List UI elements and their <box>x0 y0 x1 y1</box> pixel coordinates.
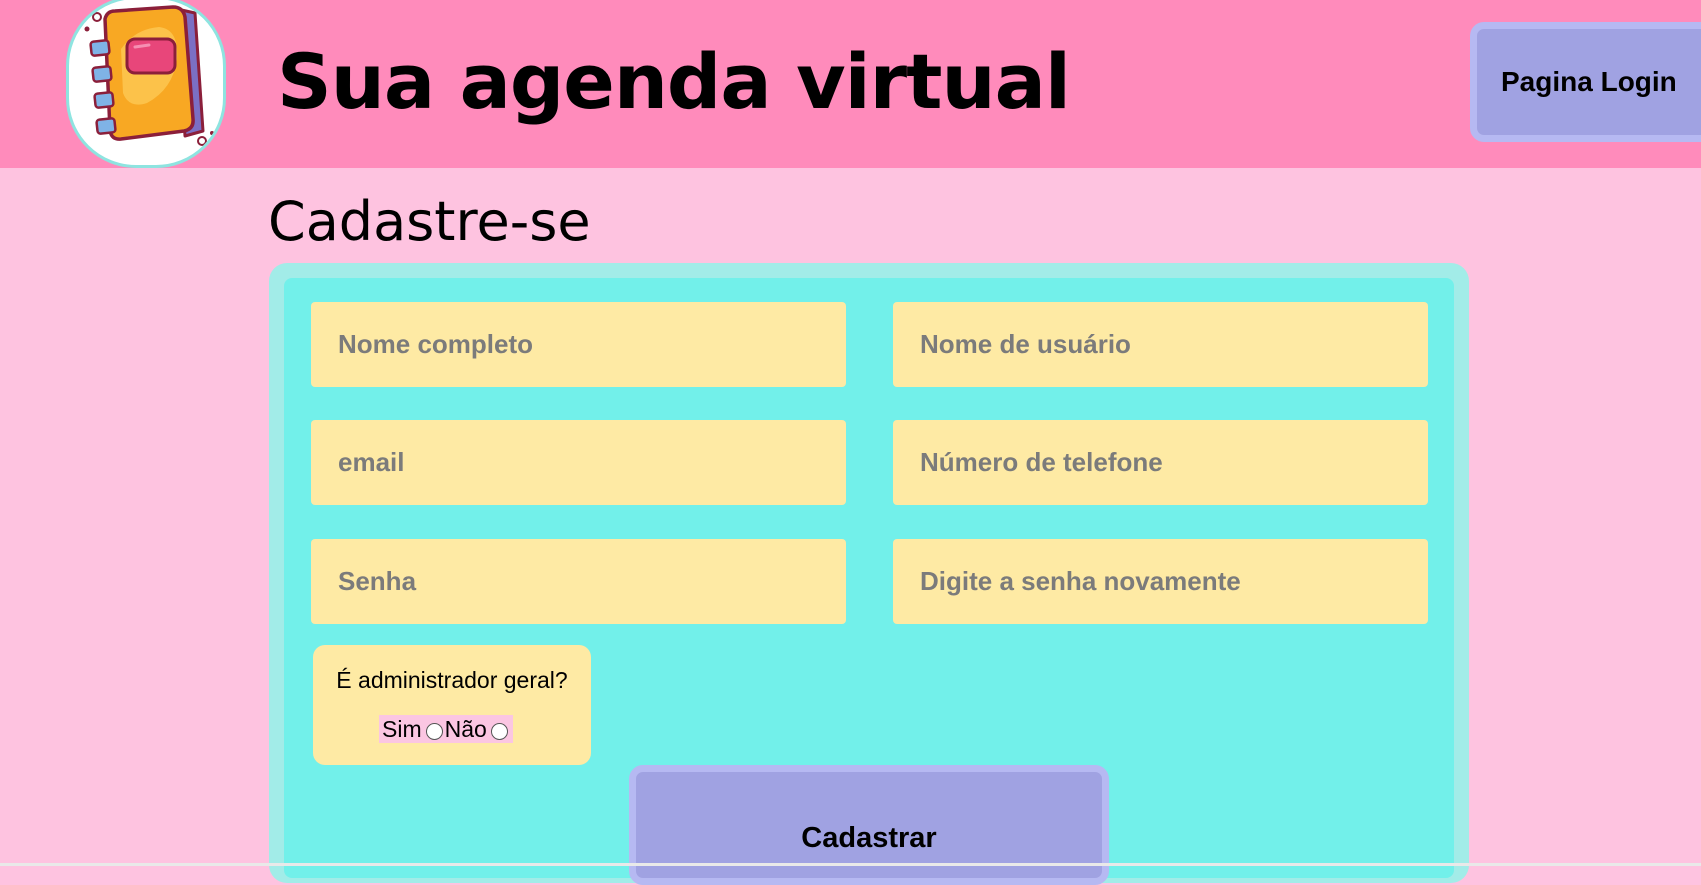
site-header: Sua agenda virtual Pagina Login <box>0 0 1701 168</box>
login-page-button[interactable]: Pagina Login <box>1470 22 1701 142</box>
username-field[interactable] <box>893 302 1428 387</box>
full-name-field[interactable] <box>311 302 846 387</box>
admin-question-label: É administrador geral? <box>336 667 568 693</box>
admin-yes-radio[interactable] <box>425 723 443 740</box>
notebook-icon <box>66 0 226 168</box>
register-button[interactable]: Cadastrar <box>629 765 1109 885</box>
site-title: Sua agenda virtual <box>277 37 1071 126</box>
password-field[interactable] <box>311 539 846 624</box>
admin-no-label: Não <box>444 716 487 742</box>
email-field[interactable] <box>311 420 846 505</box>
phone-field[interactable] <box>893 420 1428 505</box>
admin-no-radio[interactable] <box>490 723 508 740</box>
admin-yes-label: Sim <box>382 716 422 742</box>
page-title: Cadastre-se <box>268 190 591 253</box>
admin-question-box: É administrador geral? Sim Não <box>313 645 591 765</box>
password-confirm-field[interactable] <box>893 539 1428 624</box>
admin-radio-group: Sim Não <box>379 715 513 743</box>
